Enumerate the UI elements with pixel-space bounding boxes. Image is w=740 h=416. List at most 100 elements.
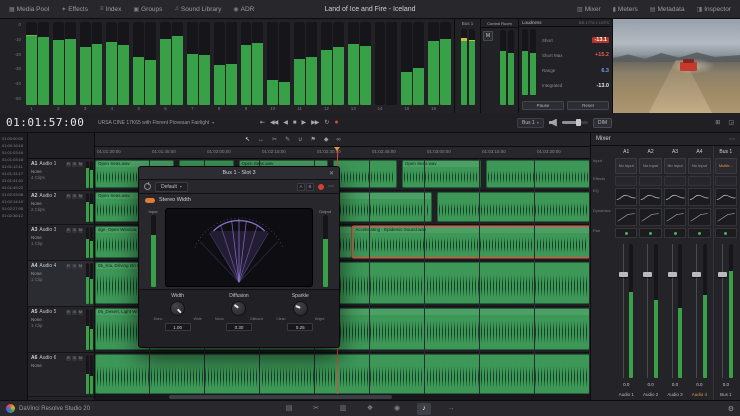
track-r-button[interactable]: R xyxy=(66,264,71,269)
mixer-input-select[interactable]: No Input xyxy=(688,158,710,174)
fader-handle[interactable] xyxy=(668,272,677,277)
topbar-button-sound-library[interactable]: ♫Sound Library xyxy=(169,4,226,15)
fader-handle[interactable] xyxy=(643,272,652,277)
range-select-tool-icon[interactable]: ↔ xyxy=(258,137,264,143)
knob-dial[interactable] xyxy=(170,301,185,316)
play-button[interactable]: ▶ xyxy=(302,119,306,126)
index-entry[interactable]: 01:02:14:19 xyxy=(0,198,27,205)
track-m-button[interactable]: M xyxy=(78,264,83,269)
audio-clip[interactable]: Open Seas.wav xyxy=(402,160,481,188)
track-bus-select[interactable]: None xyxy=(31,201,83,206)
knob-dial[interactable] xyxy=(293,301,308,316)
audio-clip[interactable] xyxy=(486,160,590,188)
fairlight-page-icon[interactable]: ♪ xyxy=(417,403,431,415)
snap-icon[interactable]: ∪ xyxy=(298,136,302,143)
track-header-a2[interactable]: A2Audio 2RSMNone2 Clips xyxy=(28,191,94,225)
record-automation-icon[interactable] xyxy=(318,184,324,190)
loudness-pause-button[interactable]: Pause xyxy=(522,101,564,110)
expand-icon[interactable]: ◲ xyxy=(728,119,734,126)
topbar-button-meters[interactable]: ▮Meters xyxy=(608,4,643,15)
mixer-pan-control[interactable] xyxy=(688,228,710,238)
knob-value[interactable]: 1.00 xyxy=(165,323,191,331)
stop-button[interactable]: ■ xyxy=(293,120,296,126)
horizontal-scrollbar[interactable] xyxy=(95,394,590,400)
track-m-button[interactable]: M xyxy=(78,162,83,167)
track-header-a6[interactable]: A6Audio 6RSMNone xyxy=(28,353,94,397)
plugin-bypass-icon[interactable] xyxy=(144,183,151,190)
index-entry[interactable]: 01:02:36:12 xyxy=(0,212,27,219)
monitor-bus-select[interactable]: Bus 1 ▾ xyxy=(517,118,544,128)
link-icon[interactable]: ∞ xyxy=(337,137,341,143)
marker-icon[interactable]: ◆ xyxy=(324,136,329,143)
gear-icon[interactable]: ⚙ xyxy=(728,405,734,413)
mixer-dynamics-graph[interactable] xyxy=(664,208,686,226)
grid-icon[interactable]: ⊞ xyxy=(715,119,720,126)
topbar-button-groups[interactable]: ▣Groups xyxy=(128,4,167,15)
mixer-eq-graph[interactable] xyxy=(664,188,686,206)
track-m-button[interactable]: M xyxy=(78,194,83,199)
index-entry[interactable]: 01:01:41:01 xyxy=(0,177,27,184)
cut-page-icon[interactable]: ✂ xyxy=(309,403,323,415)
mixer-options-icon[interactable]: ⋯ xyxy=(729,136,735,143)
media-page-icon[interactable]: ▤ xyxy=(282,403,296,415)
track-s-button[interactable]: S xyxy=(72,264,77,269)
track-bus-select[interactable]: None xyxy=(31,317,83,322)
mixer-effects-slot[interactable] xyxy=(615,176,637,186)
speaker-icon[interactable] xyxy=(549,119,557,127)
mixer-fader[interactable] xyxy=(664,242,686,380)
fast-reverse-button[interactable]: ◀◀ xyxy=(270,119,277,126)
track-s-button[interactable]: S xyxy=(72,162,77,167)
topbar-button-effects[interactable]: ✦Effects xyxy=(56,4,93,15)
mixer-pan-control[interactable] xyxy=(615,228,637,238)
topbar-button-mixer[interactable]: ▥Mixer xyxy=(572,4,606,15)
audio-clip[interactable] xyxy=(437,192,590,222)
scrollbar-thumb[interactable] xyxy=(169,395,392,399)
plugin-window[interactable]: Bus 1 - Slot 3 ✕ Default ▾ A B ⋯ Stereo … xyxy=(138,166,340,348)
mixer-eq-graph[interactable] xyxy=(688,188,710,206)
mixer-eq-graph[interactable] xyxy=(615,188,637,206)
knob-dial[interactable] xyxy=(231,301,246,316)
fader-handle[interactable] xyxy=(692,272,701,277)
timeline-selector[interactable]: URSA CINE 17K65 with Florent Piovesan Fa… xyxy=(98,120,246,126)
plugin-enable-toggle[interactable] xyxy=(145,198,155,203)
mixer-effects-slot[interactable] xyxy=(688,176,710,186)
pointer-tool-icon[interactable]: ↖ xyxy=(245,136,250,143)
go-to-start-button[interactable]: ⇤ xyxy=(260,119,264,126)
track-s-button[interactable]: S xyxy=(72,310,77,315)
loudness-reset-button[interactable]: Reset xyxy=(567,101,609,110)
mixer-effects-slot[interactable] xyxy=(715,176,737,186)
mixer-pan-control[interactable] xyxy=(715,228,737,238)
mixer-fader[interactable] xyxy=(688,242,710,380)
play-reverse-button[interactable]: ◀ xyxy=(283,119,287,126)
compare-b-button[interactable]: B xyxy=(306,183,314,191)
track-r-button[interactable]: R xyxy=(66,162,71,167)
audio-clip[interactable] xyxy=(95,354,590,394)
mixer-dynamics-graph[interactable] xyxy=(715,208,737,226)
mixer-effects-slot[interactable] xyxy=(639,176,661,186)
track-r-button[interactable]: R xyxy=(66,228,71,233)
index-entry[interactable]: 01:02:27:05 xyxy=(0,205,27,212)
loop-button[interactable]: ↻ xyxy=(324,119,328,126)
track-s-button[interactable]: S xyxy=(72,356,77,361)
track-bus-select[interactable]: None xyxy=(31,235,83,240)
close-icon[interactable]: ✕ xyxy=(329,170,334,177)
track-bus-select[interactable]: None xyxy=(31,169,83,174)
track-r-button[interactable]: R xyxy=(66,310,71,315)
monitor-volume-slider[interactable] xyxy=(562,121,588,124)
index-entry[interactable]: 01:02:03:08 xyxy=(0,191,27,198)
fader-handle[interactable] xyxy=(619,272,628,277)
mixer-dynamics-graph[interactable] xyxy=(639,208,661,226)
topbar-button-adr[interactable]: ◉ADR xyxy=(228,4,259,15)
track-header-a3[interactable]: A3Audio 3RSMNone1 Clip xyxy=(28,225,94,261)
deliver-page-icon[interactable]: → xyxy=(444,403,458,415)
dim-button[interactable]: DIM xyxy=(593,118,612,128)
index-entry[interactable]: 01:01:49:22 xyxy=(0,184,27,191)
fader-handle[interactable] xyxy=(718,272,727,277)
color-page-icon[interactable]: ◉ xyxy=(390,403,404,415)
mixer-dynamics-graph[interactable] xyxy=(688,208,710,226)
preset-select[interactable]: Default ▾ xyxy=(155,182,188,192)
mixer-input-select[interactable]: No Input xyxy=(615,158,637,174)
timeline-ruler[interactable]: 01:01:30:0001:01:45:0001:02:00:0001:02:1… xyxy=(95,147,590,159)
index-entry[interactable]: 01:01:03:16 xyxy=(0,149,27,156)
mixer-effects-slot[interactable] xyxy=(664,176,686,186)
